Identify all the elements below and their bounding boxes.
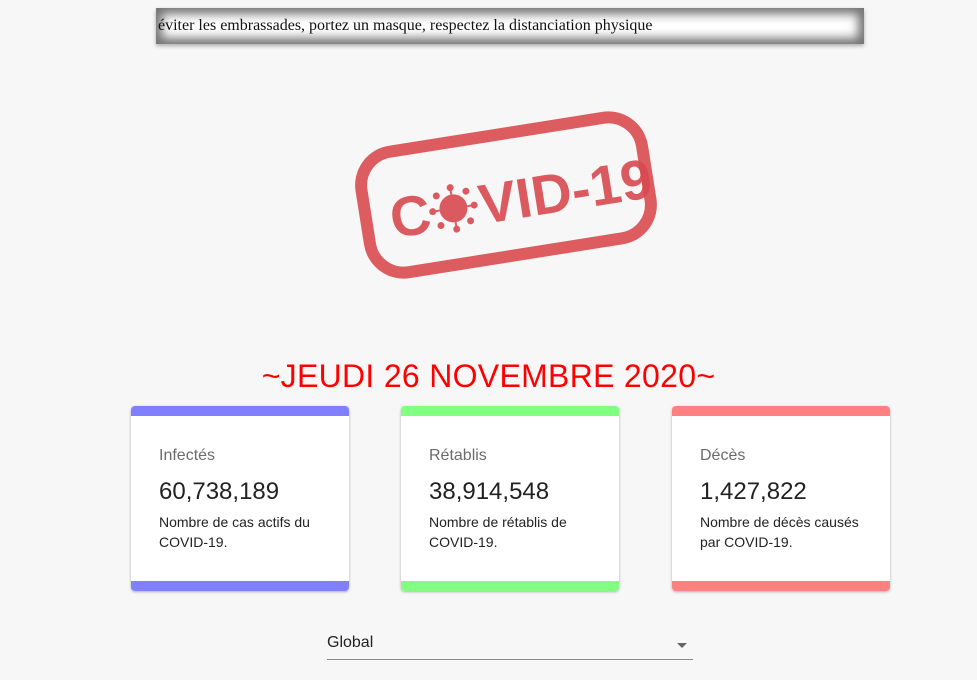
prevention-banner: éviter les embrassades, portez un masque… <box>156 8 864 44</box>
card-infected-description: Nombre de cas actifs du COVID-19. <box>159 514 310 550</box>
card-infected: Infectés 60,738,189 Nombre de cas actifs… <box>131 406 349 591</box>
card-infected-title: Infectés <box>159 447 216 464</box>
card-infected-bottom-bar <box>131 581 349 591</box>
country-select-value: Global <box>327 634 374 651</box>
card-deaths-value: 1,427,822 <box>700 478 807 505</box>
covid-stamp-logo: C VID-19 <box>348 100 664 290</box>
card-deaths-description: Nombre de décès causés par COVID-19. <box>700 514 859 550</box>
card-recovered-top-bar <box>401 406 619 416</box>
card-recovered-title: Rétablis <box>429 447 487 464</box>
svg-text:C: C <box>385 181 435 250</box>
card-infected-top-bar <box>131 406 349 416</box>
date-heading: ~JEUDI 26 NOVEMBRE 2020~ <box>261 358 716 394</box>
card-deaths: Décès 1,427,822 Nombre de décès causés p… <box>672 406 890 591</box>
card-deaths-bottom-bar <box>672 581 890 591</box>
card-recovered-value: 38,914,548 <box>429 478 550 505</box>
card-recovered-bottom-bar <box>401 581 619 591</box>
card-infected-value: 60,738,189 <box>159 478 280 505</box>
card-recovered-description: Nombre de rétablis de COVID-19. <box>429 514 567 550</box>
prevention-banner-text: éviter les embrassades, portez un masque… <box>158 17 653 34</box>
dropdown-arrow-icon[interactable] <box>677 643 687 648</box>
card-recovered: Rétablis 38,914,548 Nombre de rétablis d… <box>401 406 619 591</box>
card-deaths-title: Décès <box>700 447 746 464</box>
card-deaths-top-bar <box>672 406 890 416</box>
country-select[interactable]: Global <box>327 630 693 660</box>
svg-text:VID-19: VID-19 <box>474 146 656 235</box>
